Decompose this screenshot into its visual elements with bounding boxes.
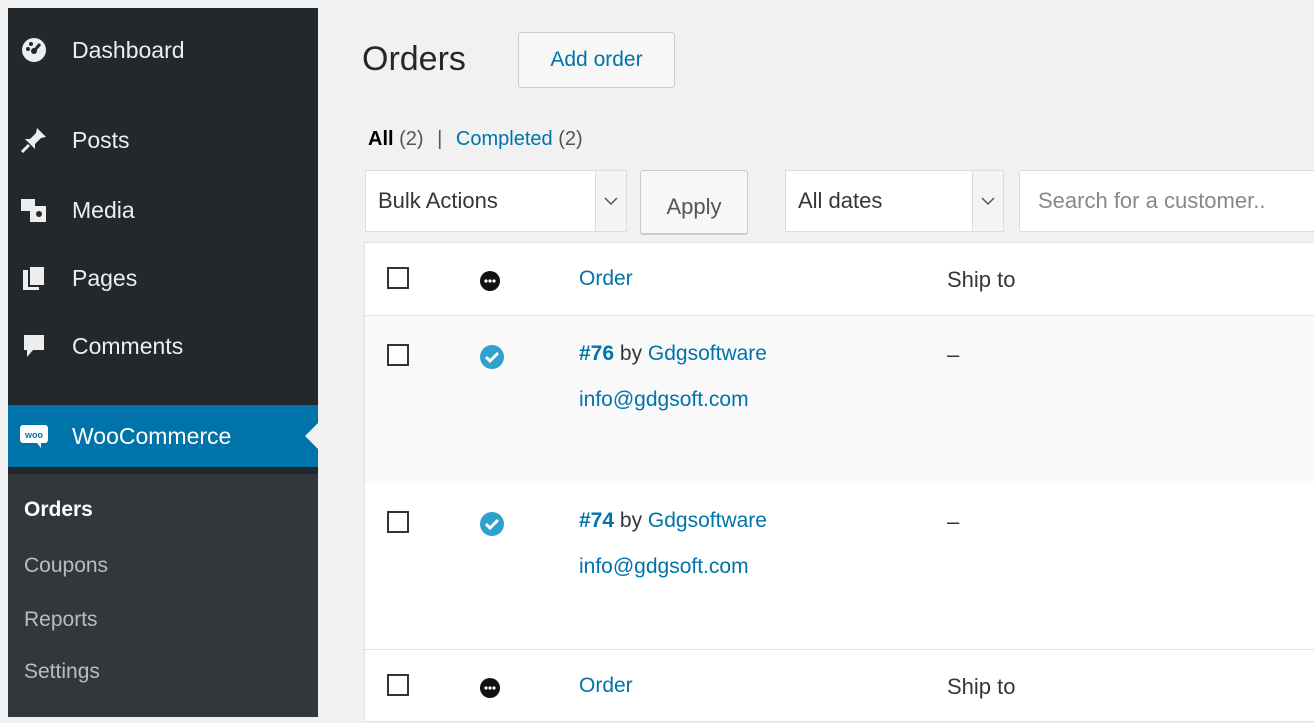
submenu-reports[interactable]: Reports bbox=[24, 608, 98, 632]
menu-label: Dashboard bbox=[72, 36, 185, 63]
chevron-down-icon bbox=[595, 171, 626, 231]
menu-item-posts[interactable]: Posts bbox=[8, 110, 318, 170]
menu-label: Posts bbox=[72, 126, 130, 153]
ship-to-value: – bbox=[947, 509, 960, 534]
ship-to-value: – bbox=[947, 342, 960, 367]
status-column-icon bbox=[479, 270, 501, 297]
status-column-icon bbox=[479, 677, 501, 704]
menu-label: Comments bbox=[72, 332, 184, 359]
table-header: Order Ship to bbox=[365, 243, 1314, 316]
filter-separator: | bbox=[437, 128, 443, 150]
row-checkbox[interactable] bbox=[387, 344, 409, 366]
menu-label: WooCommerce bbox=[72, 422, 232, 449]
pages-icon bbox=[18, 262, 50, 294]
dashboard-icon bbox=[18, 34, 50, 66]
chevron-down-icon bbox=[972, 171, 1003, 231]
woo-icon: woo bbox=[18, 420, 50, 452]
order-title: #74 by Gdgsoftware bbox=[579, 509, 767, 533]
ship-to-column-header: Ship to bbox=[947, 267, 1016, 292]
order-by-text: by bbox=[619, 509, 643, 532]
status-filter-links: All (2) | Completed (2) bbox=[368, 128, 583, 151]
order-by-text: by bbox=[619, 342, 643, 365]
order-column-header[interactable]: Order bbox=[579, 674, 633, 698]
submenu-orders[interactable]: Orders bbox=[24, 498, 93, 522]
submenu-settings[interactable]: Settings bbox=[24, 660, 100, 684]
apply-button[interactable]: Apply bbox=[640, 170, 748, 234]
filter-all-count: (2) bbox=[399, 128, 424, 150]
table-row[interactable]: #76 by Gdgsoftware info@gdgsoft.com – bbox=[365, 316, 1314, 483]
filter-completed-count: (2) bbox=[558, 128, 583, 150]
submenu-coupons[interactable]: Coupons bbox=[24, 554, 108, 578]
completed-status-icon bbox=[479, 511, 505, 542]
menu-label: Media bbox=[72, 196, 135, 223]
customer-name-link[interactable]: Gdgsoftware bbox=[648, 509, 767, 532]
customer-email-link[interactable]: info@gdgsoft.com bbox=[579, 555, 749, 579]
main-content: Orders Add order All (2) | Completed (2)… bbox=[318, 8, 1314, 722]
completed-status-icon bbox=[479, 344, 505, 375]
menu-item-comments[interactable]: Comments bbox=[8, 316, 318, 376]
ship-to-column-header: Ship to bbox=[947, 674, 1016, 699]
menu-label: Pages bbox=[72, 264, 138, 291]
pin-icon bbox=[18, 124, 50, 156]
filter-all[interactable]: All bbox=[368, 128, 394, 150]
select-all-checkbox[interactable] bbox=[387, 267, 409, 289]
media-icon bbox=[18, 194, 50, 226]
date-filter-select[interactable]: All dates bbox=[785, 170, 1004, 232]
orders-table: Order Ship to #76 by Gdgsoftware info@gd… bbox=[364, 242, 1314, 722]
order-column-header[interactable]: Order bbox=[579, 267, 633, 291]
svg-text:woo: woo bbox=[24, 430, 43, 440]
order-number-link[interactable]: #74 bbox=[579, 509, 614, 532]
customer-name-link[interactable]: Gdgsoftware bbox=[648, 342, 767, 365]
customer-search-input[interactable]: Search for a customer.. bbox=[1019, 170, 1314, 232]
bulk-actions-value: Bulk Actions bbox=[378, 188, 498, 213]
menu-item-media[interactable]: Media bbox=[8, 180, 318, 240]
select-all-checkbox[interactable] bbox=[387, 674, 409, 696]
date-filter-value: All dates bbox=[798, 188, 883, 213]
row-checkbox[interactable] bbox=[387, 511, 409, 533]
table-row[interactable]: #74 by Gdgsoftware info@gdgsoft.com – bbox=[365, 483, 1314, 649]
filter-completed[interactable]: Completed bbox=[456, 128, 553, 150]
admin-sidebar: Dashboard Posts Media Pages Comments woo… bbox=[8, 8, 318, 717]
order-title: #76 by Gdgsoftware bbox=[579, 342, 767, 366]
page-title: Orders bbox=[362, 40, 466, 78]
menu-item-woocommerce[interactable]: woo WooCommerce bbox=[8, 405, 318, 467]
menu-item-dashboard[interactable]: Dashboard bbox=[8, 20, 318, 80]
table-footer: Order Ship to bbox=[365, 649, 1314, 723]
add-order-button[interactable]: Add order bbox=[518, 32, 675, 88]
customer-email-link[interactable]: info@gdgsoft.com bbox=[579, 388, 749, 412]
comments-icon bbox=[18, 330, 50, 362]
woocommerce-submenu: Orders Coupons Reports Settings bbox=[8, 474, 318, 717]
bulk-actions-select[interactable]: Bulk Actions bbox=[365, 170, 627, 232]
menu-item-pages[interactable]: Pages bbox=[8, 248, 318, 308]
order-number-link[interactable]: #76 bbox=[579, 342, 614, 365]
